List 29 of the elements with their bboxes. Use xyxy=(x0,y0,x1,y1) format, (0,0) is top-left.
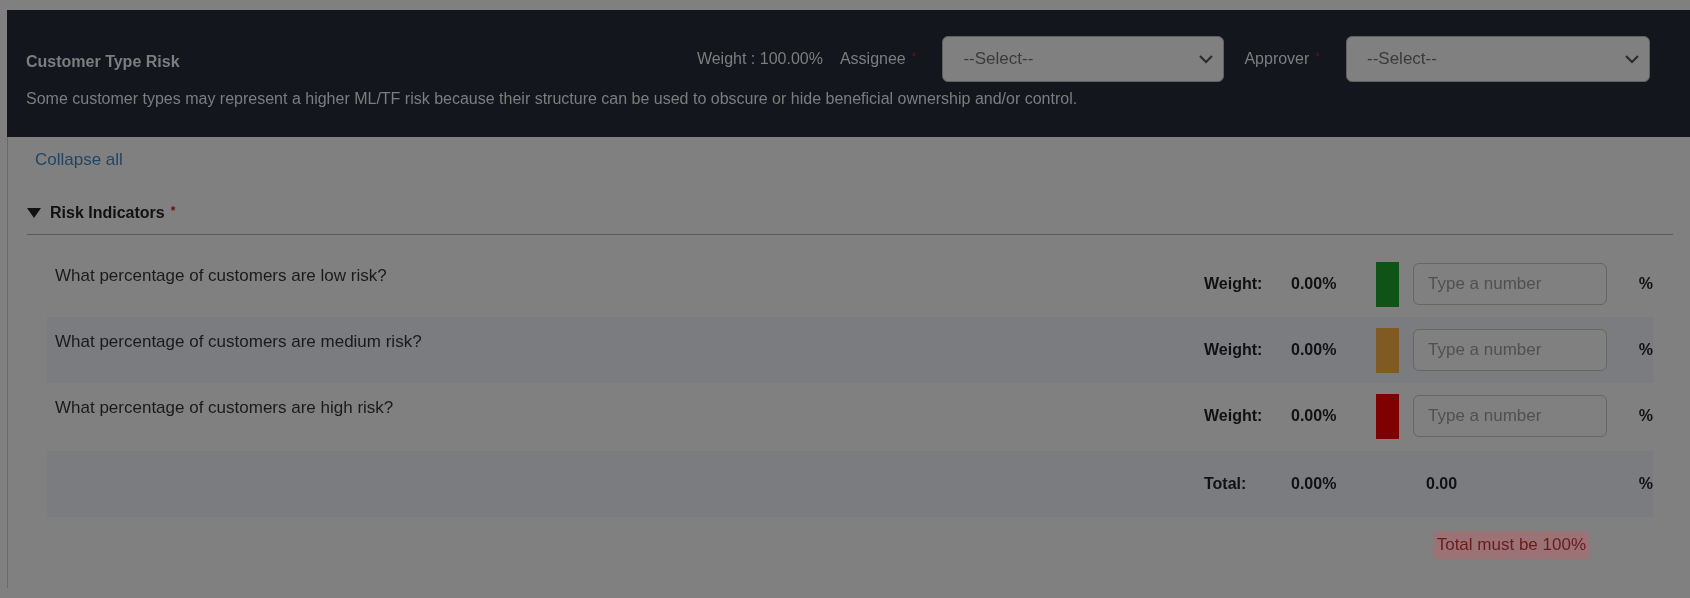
unit-label: % xyxy=(1637,407,1653,425)
unit-label: % xyxy=(1637,275,1653,293)
weight-label: Weight : 100.00% xyxy=(696,50,823,68)
weight-value: 0.00% xyxy=(1291,275,1338,293)
weight-value: 0.00% xyxy=(1291,407,1338,425)
total-label: Total: xyxy=(1204,475,1248,493)
total-value: 0.00 xyxy=(1425,475,1459,493)
select-dropdown[interactable]: --Select-- xyxy=(942,36,1225,82)
question-text: What percentage of customers are high risk? xyxy=(54,398,395,418)
weight-label: Weight: xyxy=(1204,275,1264,293)
caret-down-icon[interactable] xyxy=(27,208,41,218)
field-label: Approver * xyxy=(1244,50,1320,68)
section-heading: Risk Indicators * xyxy=(50,204,176,222)
weight-label: Weight: xyxy=(1204,407,1264,425)
description-text: Some customer types may represent a higher ML/TF risk because their structure can be used to obscure or hide beneficial ownership and/or control. xyxy=(26,90,1079,108)
collapse-all-link[interactable]: Collapse all xyxy=(35,150,123,170)
chevron-down-icon xyxy=(1625,54,1639,64)
error-message: Total must be 100% xyxy=(1432,531,1590,559)
unit-label: % xyxy=(1637,341,1653,359)
weight-label: Weight: xyxy=(1204,341,1264,359)
field-label: Assignee * xyxy=(839,50,917,68)
unit-label: % xyxy=(1637,475,1653,493)
chevron-down-icon xyxy=(1199,54,1214,64)
question-text: What percentage of customers are low risk? xyxy=(54,266,388,286)
weight-value: 0.00% xyxy=(1291,341,1338,359)
section-title: Customer Type Risk xyxy=(26,52,181,71)
total-weight: 0.00% xyxy=(1291,475,1338,493)
select-dropdown[interactable]: --Select-- xyxy=(1346,36,1650,82)
question-text: What percentage of customers are medium risk? xyxy=(54,332,423,352)
